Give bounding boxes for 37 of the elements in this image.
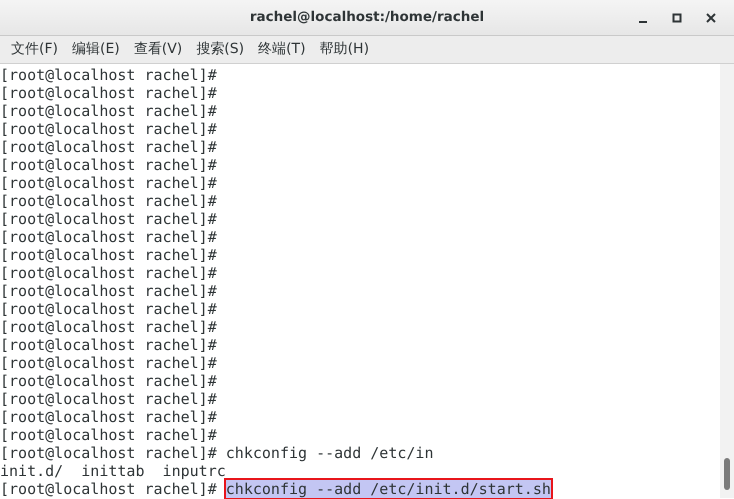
terminal-line: [root@localhost rachel]# xyxy=(0,426,217,444)
close-icon xyxy=(706,13,716,23)
terminal-line: [root@localhost rachel]# xyxy=(0,300,217,318)
terminal-line: [root@localhost rachel]# chkconfig --add /etc/in xyxy=(0,444,434,462)
terminal-line: [root@localhost rachel]# xyxy=(0,228,217,246)
menu-item[interactable]: 搜索(S) xyxy=(189,39,252,60)
terminal-line: [root@localhost rachel]# xyxy=(0,174,217,192)
menu-item[interactable]: 编辑(E) xyxy=(64,39,127,60)
terminal-line: [root@localhost rachel]# xyxy=(0,336,217,354)
terminal-line: [root@localhost rachel]# xyxy=(0,372,217,390)
terminal-line: [root@localhost rachel]# xyxy=(0,390,217,408)
terminal-line: [root@localhost rachel]# xyxy=(0,102,217,120)
menu-item[interactable]: 查看(V) xyxy=(126,39,190,60)
terminal-line: [root@localhost rachel]# xyxy=(0,282,217,300)
terminal-line: [root@localhost rachel]# xyxy=(0,156,217,174)
selected-text: chkconfig --add /etc/init.d/start.sh xyxy=(226,480,551,498)
menu-item[interactable]: 文件(F) xyxy=(4,39,65,60)
terminal-line: [root@localhost rachel]# xyxy=(0,210,217,228)
terminal-line: [root@localhost rachel]# xyxy=(0,84,217,102)
terminal-line: [root@localhost rachel]# xyxy=(0,192,217,210)
minimize-icon xyxy=(639,21,647,23)
terminal-line: [root@localhost rachel]# xyxy=(0,66,217,84)
maximize-icon xyxy=(672,13,682,23)
scrollbar-thumb[interactable] xyxy=(724,458,730,490)
terminal-line: [root@localhost rachel]# xyxy=(0,354,217,372)
scrollbar[interactable] xyxy=(720,64,734,498)
window-title: rachel@localhost:/home/rachel xyxy=(250,8,484,28)
menu-item[interactable]: 终端(T) xyxy=(251,39,313,60)
terminal-line: [root@localhost rachel]# xyxy=(0,246,217,264)
terminal-line: [root@localhost rachel]# xyxy=(0,318,217,336)
terminal-line: [root@localhost rachel]# xyxy=(0,120,217,138)
terminal-line: init.d/ inittab inputrc xyxy=(0,462,226,480)
menu-item[interactable]: 帮助(H) xyxy=(312,39,376,60)
terminal-line: [root@localhost rachel]# xyxy=(0,138,217,156)
terminal-line: [root@localhost rachel]# xyxy=(0,408,217,426)
terminal-line: [root@localhost rachel]# xyxy=(0,480,218,498)
terminal-line: [root@localhost rachel]# xyxy=(0,264,217,282)
